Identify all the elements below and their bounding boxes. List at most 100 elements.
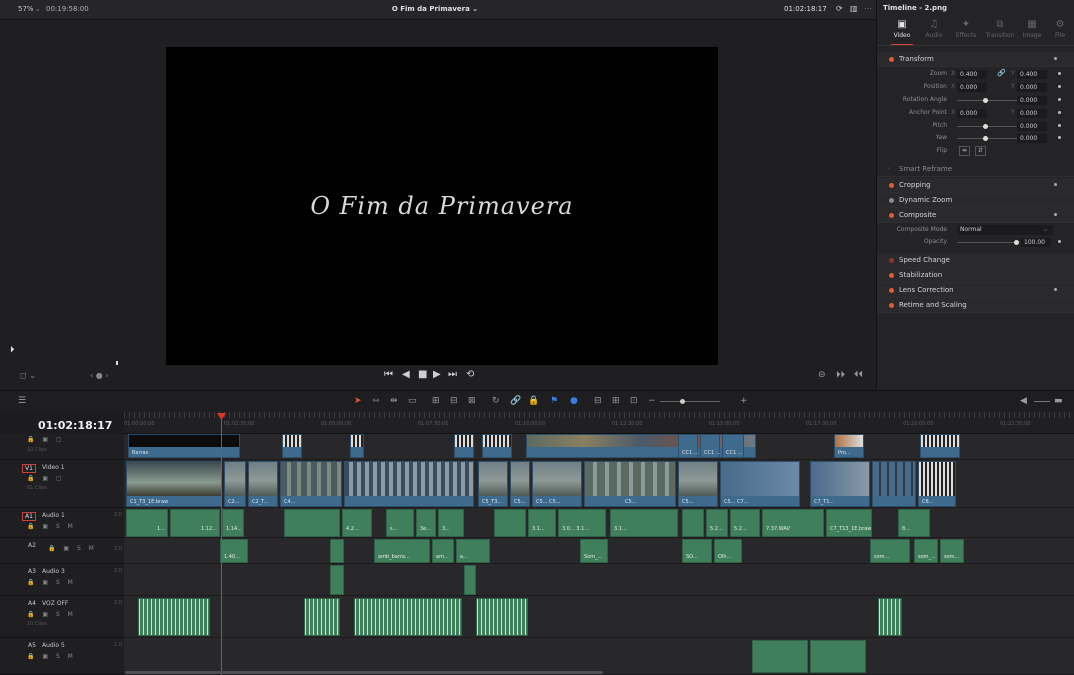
go-to-start-icon[interactable]: ⏮ bbox=[384, 369, 393, 380]
audio-clip[interactable]: 3e... bbox=[416, 509, 436, 537]
zoom-slider-knob[interactable] bbox=[680, 399, 685, 404]
yaw-field[interactable]: 0.000 bbox=[1017, 134, 1047, 143]
anchor-y-field[interactable]: 0.000 bbox=[1017, 109, 1047, 118]
slider-knob[interactable] bbox=[1014, 240, 1019, 245]
audio-clip[interactable]: s... bbox=[386, 509, 414, 537]
position-x-field[interactable]: 0.000 bbox=[957, 83, 987, 92]
anchor-x-field[interactable]: 0.000 bbox=[957, 109, 987, 118]
audio-clip[interactable]: som... bbox=[870, 539, 910, 563]
video-clip[interactable]: C5_T3... bbox=[344, 461, 503, 507]
flag-icon[interactable]: ⚑ bbox=[550, 396, 558, 406]
linked-selection-icon[interactable]: 🔗 bbox=[510, 396, 521, 406]
audio-clip[interactable] bbox=[494, 509, 526, 537]
reset-dot[interactable] bbox=[1054, 288, 1057, 291]
audio-clip[interactable]: 3.0... 3.1... bbox=[558, 509, 606, 537]
go-to-end-icon[interactable]: ⏭ bbox=[448, 369, 457, 380]
volume-slider[interactable] bbox=[1034, 401, 1050, 402]
track-name[interactable]: Audio 3 bbox=[42, 568, 65, 575]
enable-dot[interactable] bbox=[889, 258, 894, 263]
trim-tool-icon[interactable]: ⇿ bbox=[372, 396, 380, 406]
section-stabilization[interactable]: Stabilization bbox=[877, 268, 1074, 283]
audio-clip[interactable] bbox=[752, 640, 808, 673]
audio-clip[interactable]: som_... bbox=[914, 539, 938, 563]
audio-clip[interactable] bbox=[810, 640, 866, 673]
audio-clip[interactable]: Som_... bbox=[580, 539, 608, 563]
keyframe-icon[interactable] bbox=[1058, 85, 1061, 88]
video-clip[interactable]: C5... bbox=[510, 461, 530, 507]
video-clip[interactable]: C5... C5... bbox=[532, 461, 582, 507]
video-clip[interactable]: C1_T3_1E.braw bbox=[126, 461, 222, 507]
reset-dot[interactable] bbox=[1054, 57, 1057, 60]
tab-video[interactable]: ▣ Video bbox=[885, 18, 919, 45]
track-controls[interactable]: 🔒 ▣ S M bbox=[27, 611, 76, 618]
track-id[interactable]: V1 bbox=[22, 464, 36, 473]
audio-clip[interactable]: 1.40... bbox=[220, 539, 248, 563]
flip-vertical-icon[interactable]: ⇵ bbox=[975, 146, 986, 156]
loop-icon[interactable]: ⟲ bbox=[466, 369, 474, 380]
play-icon[interactable]: ▶ bbox=[433, 369, 441, 380]
zoom-detail-icon[interactable]: ⊞ bbox=[612, 396, 620, 406]
audio-clip[interactable]: SO... bbox=[682, 539, 712, 563]
audio-clip[interactable]: 7.37.WAV bbox=[762, 509, 824, 537]
track-id[interactable]: A1 bbox=[22, 512, 36, 521]
enable-dot[interactable] bbox=[889, 57, 894, 62]
next-edit-icon[interactable]: ⏵⏵ bbox=[836, 370, 845, 380]
audio-clip[interactable] bbox=[464, 565, 476, 595]
track-controls[interactable]: 🔒 ▣ S M bbox=[27, 523, 76, 530]
position-y-field[interactable]: 0.000 bbox=[1017, 83, 1047, 92]
layout-icon[interactable]: ▥ bbox=[850, 4, 858, 13]
keyframe-icon[interactable] bbox=[1058, 136, 1061, 139]
audio-clip[interactable] bbox=[284, 509, 340, 537]
video-clip[interactable]: C4... bbox=[280, 461, 342, 507]
meter-icon[interactable]: ▬ bbox=[1054, 396, 1063, 406]
audio-clip[interactable] bbox=[304, 598, 340, 636]
track-controls[interactable]: 🔒 ▣ S M bbox=[27, 579, 76, 586]
video-clip[interactable] bbox=[482, 434, 512, 458]
audio-clip[interactable]: 1.14... bbox=[222, 509, 244, 537]
match-frame-icon[interactable]: ⊖ bbox=[818, 370, 826, 380]
track-header-a3[interactable]: A3 Audio 3 2.0 🔒 ▣ S M bbox=[0, 564, 124, 596]
track-controls[interactable]: 🔒 ▣ S M bbox=[48, 545, 97, 552]
enable-dot[interactable] bbox=[889, 198, 894, 203]
keyframe-icon[interactable] bbox=[1058, 240, 1061, 243]
insert-clip-icon[interactable]: ⊞ bbox=[432, 396, 440, 406]
marker-icon[interactable]: ● bbox=[570, 396, 578, 406]
video-clip[interactable]: C5... bbox=[584, 461, 676, 507]
slider-knob[interactable] bbox=[983, 98, 988, 103]
video-clip[interactable] bbox=[872, 461, 916, 507]
zoom-level[interactable]: 57% bbox=[18, 5, 34, 13]
composite-mode-select[interactable]: Normal bbox=[957, 225, 1053, 235]
enable-dot[interactable] bbox=[889, 273, 894, 278]
play-flag-icon[interactable]: ⏵ bbox=[10, 345, 15, 355]
track-header-a1[interactable]: A1 Audio 1 2.0 🔒 ▣ S M bbox=[0, 508, 124, 538]
keyframe-icon[interactable] bbox=[1058, 98, 1061, 101]
timeline-playhead[interactable] bbox=[221, 414, 222, 675]
audio-clip[interactable]: 3... bbox=[438, 509, 464, 537]
section-transform[interactable]: Transform bbox=[877, 52, 1074, 67]
clip-nav[interactable]: ‹ ● › bbox=[90, 371, 108, 380]
audio-clip[interactable]: am... bbox=[432, 539, 454, 563]
enable-dot[interactable] bbox=[889, 288, 894, 293]
section-cropping[interactable]: Cropping bbox=[877, 178, 1074, 193]
refresh-icon[interactable]: ⟳ bbox=[836, 4, 843, 13]
video-clip[interactable] bbox=[920, 434, 960, 458]
enable-dot[interactable] bbox=[889, 303, 894, 308]
chevron-down-icon[interactable]: ⌄ bbox=[35, 5, 41, 13]
audio-clip[interactable]: 5.2... bbox=[730, 509, 760, 537]
audio-clip[interactable]: 8... bbox=[898, 509, 930, 537]
position-lock-icon[interactable]: 🔒 bbox=[528, 396, 539, 406]
audio-clip[interactable]: Olh... bbox=[714, 539, 742, 563]
video-clip[interactable]: CC1 ... bbox=[678, 434, 699, 458]
flip-horizontal-icon[interactable]: ⇹ bbox=[959, 146, 970, 156]
track-id[interactable]: A4 bbox=[26, 600, 38, 607]
overwrite-clip-icon[interactable]: ⊟ bbox=[450, 396, 458, 406]
track-id[interactable]: A3 bbox=[26, 568, 38, 575]
tab-audio[interactable]: ♫ Audio bbox=[917, 18, 951, 39]
section-retime-scaling[interactable]: Retime and Scaling bbox=[877, 298, 1074, 313]
timeline-view-icon[interactable]: ☰ bbox=[18, 396, 26, 406]
video-clip[interactable]: C2_T... bbox=[248, 461, 278, 507]
audio-clip[interactable]: C7_T13_1E.braw bbox=[826, 509, 872, 537]
rotation-field[interactable]: 0.000 bbox=[1017, 96, 1047, 105]
reset-dot[interactable] bbox=[1054, 183, 1057, 186]
audio-clip[interactable]: a... bbox=[456, 539, 490, 563]
